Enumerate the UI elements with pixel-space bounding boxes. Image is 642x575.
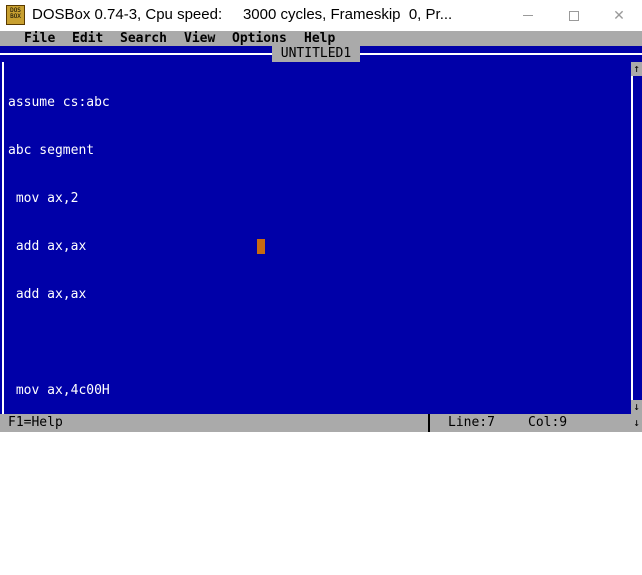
code-line: add ax,ax [8, 239, 87, 254]
maximize-button[interactable] [551, 0, 597, 31]
scroll-track[interactable] [631, 76, 642, 400]
code-line: mov ax,2 [8, 191, 79, 206]
window-title: DOSBox 0.74-3, Cpu speed: 3000 cycles, F… [32, 6, 453, 23]
vertical-scrollbar[interactable]: ↑ ↓ [631, 62, 642, 414]
menu-edit[interactable]: Edit [72, 31, 103, 46]
editor-text-area[interactable]: assume cs:abc abc segment mov ax,2 add a… [8, 63, 628, 542]
app-icon-text-bottom: BOX [10, 13, 21, 20]
menu-help[interactable]: Help [304, 31, 335, 46]
code-line: abc segment [8, 143, 95, 158]
column-indicator: Col:9 [528, 415, 568, 430]
code-line: int 21H [8, 431, 71, 446]
code-line: assume cs:abc [8, 95, 110, 110]
close-icon: ✕ [613, 7, 625, 24]
scroll-down-arrow-icon[interactable]: ↓ [631, 414, 642, 432]
menu-bar: File Edit Search View Options Help [0, 31, 642, 46]
code-line: abc ends [8, 479, 71, 494]
minimize-icon [523, 15, 533, 16]
editor-frame-left [2, 62, 4, 414]
status-divider [428, 414, 430, 432]
code-line: add ax,ax [8, 287, 87, 302]
menu-view[interactable]: View [184, 31, 215, 46]
text-cursor [257, 239, 265, 254]
code-line: mov ax,4c00H [8, 383, 110, 398]
maximize-icon [569, 10, 579, 21]
line-indicator: Line:7 [448, 415, 495, 430]
menu-file[interactable]: File [24, 31, 55, 46]
code-line: end [8, 527, 32, 542]
scroll-up-arrow-icon[interactable]: ↑ [631, 62, 642, 76]
dos-screen: File Edit Search View Options Help UNTIT… [0, 31, 642, 542]
menu-options[interactable]: Options [232, 31, 287, 46]
close-button[interactable]: ✕ [596, 0, 642, 31]
title-bar: DOS BOX DOSBox 0.74-3, Cpu speed: 3000 c… [0, 0, 642, 31]
help-hint[interactable]: F1=Help [8, 414, 63, 432]
document-title: UNTITLED1 [272, 46, 360, 62]
status-bar: F1=Help Line:7 Col:9 ↓ [0, 414, 642, 432]
dosbox-app-icon[interactable]: DOS BOX [6, 5, 25, 25]
scroll-down-arrow-icon[interactable]: ↓ [631, 400, 642, 414]
minimize-button[interactable] [505, 0, 551, 31]
menu-search[interactable]: Search [120, 31, 167, 46]
